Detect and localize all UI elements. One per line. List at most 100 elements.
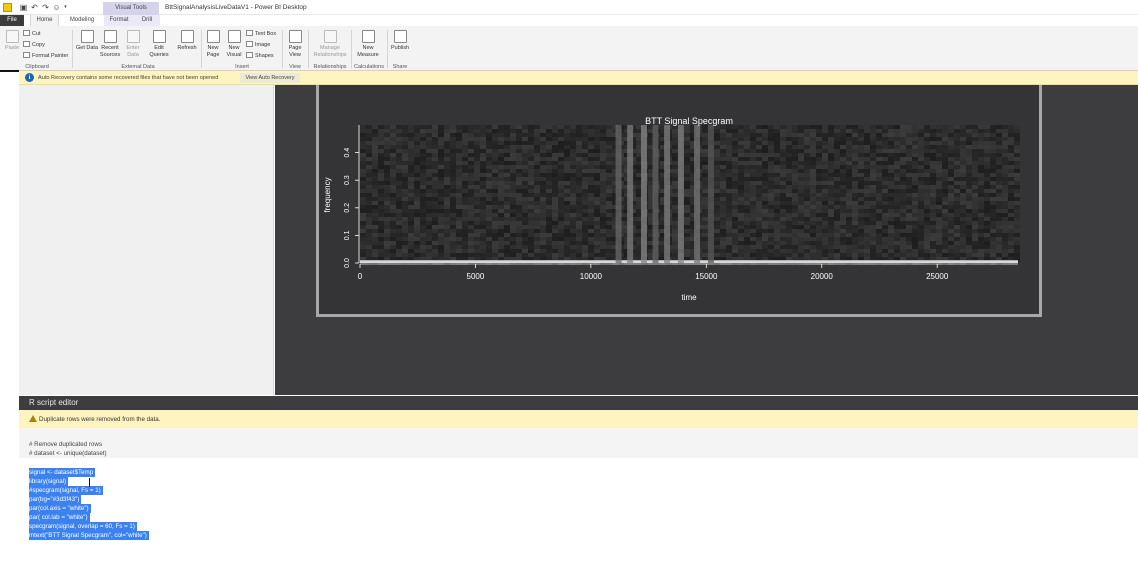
publish-button[interactable]: Publish (389, 30, 411, 52)
heatmap-cell (450, 221, 456, 225)
image-button[interactable]: Image (246, 41, 270, 49)
new-measure-button[interactable]: New Measure (353, 30, 383, 58)
new-page-button[interactable]: New Page (203, 30, 223, 58)
recent-sources-button[interactable]: Recent Sources (98, 30, 122, 58)
heatmap-cell (540, 173, 546, 177)
heatmap-cell (984, 149, 990, 153)
page-view-button[interactable]: Page View (285, 30, 305, 58)
dropdown-icon[interactable]: ▾ (61, 3, 70, 12)
heatmap-cell (396, 161, 402, 165)
heatmap-cell (774, 201, 780, 205)
format-painter-button[interactable]: Format Painter (23, 52, 68, 60)
heatmap-cell (930, 213, 936, 217)
heatmap-cell (726, 157, 732, 161)
heatmap-cell (762, 137, 768, 141)
heatmap-cell (504, 173, 510, 177)
edit-queries-button[interactable]: Edit Queries (146, 30, 172, 58)
heatmap-cell (456, 249, 462, 253)
heatmap-cell (378, 133, 384, 137)
report-view-indicator[interactable] (0, 70, 19, 72)
heatmap-cell (570, 189, 576, 193)
heatmap-cell (582, 165, 588, 169)
code-line[interactable]: #specgram(signal, Fs = 1) (29, 486, 103, 495)
get-data-button[interactable]: Get Data (76, 30, 98, 52)
heatmap-cell (1008, 201, 1014, 205)
r-script-editor-header[interactable]: R script editor (19, 396, 1138, 410)
manage-relationships-button[interactable]: Manage Relationships (310, 30, 350, 58)
heatmap-cell (1008, 213, 1014, 217)
heatmap-cell (840, 169, 846, 173)
heatmap-cell (978, 237, 984, 241)
heatmap-cell (498, 181, 504, 185)
cut-button[interactable]: Cut (23, 30, 41, 38)
heatmap-cell (762, 157, 768, 161)
heatmap-cell (732, 145, 738, 149)
new-visual-button[interactable]: New Visual (224, 30, 244, 58)
tab-home[interactable]: Home (30, 15, 59, 26)
save-icon[interactable]: ▣ (19, 3, 28, 12)
heatmap-cell (948, 237, 954, 241)
heatmap-cell (864, 221, 870, 225)
heatmap-cell (456, 193, 462, 197)
undo-icon[interactable]: ↶ (30, 3, 39, 12)
heatmap-cell (672, 157, 678, 161)
heatmap-cell (546, 173, 552, 177)
heatmap-cell (570, 169, 576, 173)
heatmap-cell (534, 241, 540, 245)
heatmap-cell (966, 233, 972, 237)
heatmap-cell (798, 141, 804, 145)
heatmap-cell (1014, 229, 1020, 233)
redo-icon[interactable]: ↷ (41, 3, 50, 12)
heatmap-cell (732, 169, 738, 173)
code-line[interactable]: mtext("BTT Signal Specgram", col="white"… (29, 531, 149, 540)
heatmap-cell (402, 153, 408, 157)
heatmap-cell (858, 189, 864, 193)
tab-format[interactable]: Format (106, 15, 132, 26)
heatmap-cell (540, 253, 546, 257)
heatmap-cell (876, 129, 882, 133)
tab-drill[interactable]: Drill (137, 15, 157, 26)
refresh-button[interactable]: Refresh (175, 30, 199, 52)
script-editor-textarea[interactable] (19, 458, 1138, 568)
heatmap-cell (564, 209, 570, 213)
text-box-button[interactable]: Text Box (246, 30, 276, 38)
enter-data-button[interactable]: Enter Data (123, 30, 143, 58)
heatmap-cell (786, 225, 792, 229)
paste-button[interactable]: Paste (3, 30, 21, 52)
heatmap-cell (816, 161, 822, 165)
heatmap-cell (858, 221, 864, 225)
heatmap-cell (726, 213, 732, 217)
heatmap-cell (372, 181, 378, 185)
report-page-blank-area[interactable] (19, 85, 274, 395)
heatmap-cell (558, 253, 564, 257)
heatmap-cell (996, 213, 1002, 217)
code-line[interactable]: signal <- dataset$Temp (29, 468, 96, 477)
heatmap-cell (906, 225, 912, 229)
shapes-button[interactable]: Shapes (246, 52, 274, 60)
heatmap-cell (504, 237, 510, 241)
heatmap-cell (750, 197, 756, 201)
heatmap-cell (564, 173, 570, 177)
code-line[interactable]: library(signal) (29, 477, 69, 486)
heatmap-cell (984, 189, 990, 193)
heatmap-cell (492, 217, 498, 221)
heatmap-cell (432, 153, 438, 157)
heatmap-cell (420, 169, 426, 173)
code-line[interactable]: par(col.axis = "white") (29, 504, 91, 513)
code-line[interactable]: par(bg="#3d3f43") (29, 495, 82, 504)
heatmap-cell (522, 161, 528, 165)
tab-file[interactable]: File (0, 15, 24, 26)
heatmap-cell (912, 213, 918, 217)
heatmap-cell (822, 161, 828, 165)
code-line[interactable]: par( col.lab = "white") (29, 513, 90, 522)
code-line[interactable]: specgram(signal, overlap = 60, Fs = 1) (29, 522, 137, 531)
heatmap-cell (720, 141, 726, 145)
heatmap-cell (972, 145, 978, 149)
copy-button[interactable]: Copy (23, 41, 45, 49)
tab-modeling[interactable]: Modeling (64, 15, 100, 26)
smiley-icon[interactable]: ☺ (52, 3, 61, 12)
heatmap-cell (996, 149, 1002, 153)
heatmap-cell (468, 169, 474, 173)
view-auto-recovery-button[interactable]: View Auto Recovery (240, 73, 300, 83)
heatmap-cell (456, 217, 462, 221)
